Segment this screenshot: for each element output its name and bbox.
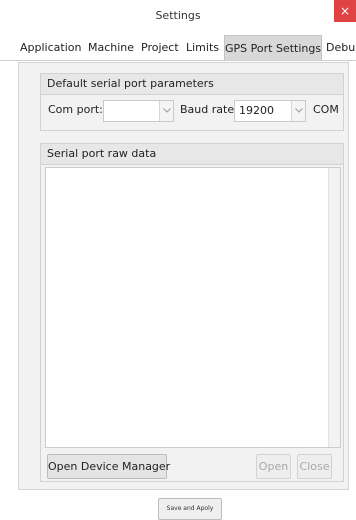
tab-limits[interactable]: Limits: [186, 35, 219, 60]
tab-project[interactable]: Project: [141, 35, 179, 60]
raw-data-scrollbar[interactable]: [328, 168, 340, 447]
serial-raw-data-group: Serial port raw data Open Device Manager…: [40, 143, 344, 482]
open-device-manager-button[interactable]: Open Device Manager: [47, 454, 170, 479]
tab-gps-port-settings[interactable]: GPS Port Settings: [224, 35, 322, 60]
settings-window: Settings × Application Machine Project L…: [0, 0, 356, 520]
raw-data-textarea[interactable]: [45, 167, 341, 448]
chevron-down-icon: [159, 101, 173, 121]
default-serial-params-group: Default serial port parameters Com port:…: [40, 73, 344, 131]
serial-raw-data-title: Serial port raw data: [41, 144, 343, 165]
com-suffix-label: COM: [313, 103, 339, 116]
baud-rate-select[interactable]: 19200: [234, 100, 306, 122]
gps-port-settings-panel: Default serial port parameters Com port:…: [18, 62, 349, 490]
com-port-label: Com port:: [48, 103, 103, 116]
save-and-apply-button[interactable]: Save and Apoly: [158, 498, 222, 520]
tab-debug[interactable]: Debu: [326, 35, 355, 60]
baud-rate-label: Baud rate:: [180, 103, 238, 116]
baud-rate-value: 19200: [239, 104, 274, 117]
window-title: Settings: [155, 9, 201, 22]
chevron-down-icon: [291, 101, 305, 121]
open-button[interactable]: Open: [256, 454, 291, 479]
default-serial-params-title: Default serial port parameters: [41, 74, 343, 95]
tab-bar: Application Machine Project Limits GPS P…: [0, 35, 356, 61]
tab-application[interactable]: Application: [20, 35, 81, 60]
tab-machine[interactable]: Machine: [88, 35, 134, 60]
close-button[interactable]: Close: [297, 454, 332, 479]
com-port-select[interactable]: [103, 100, 174, 122]
close-icon[interactable]: ×: [334, 0, 356, 22]
title-bar: Settings ×: [0, 0, 356, 32]
